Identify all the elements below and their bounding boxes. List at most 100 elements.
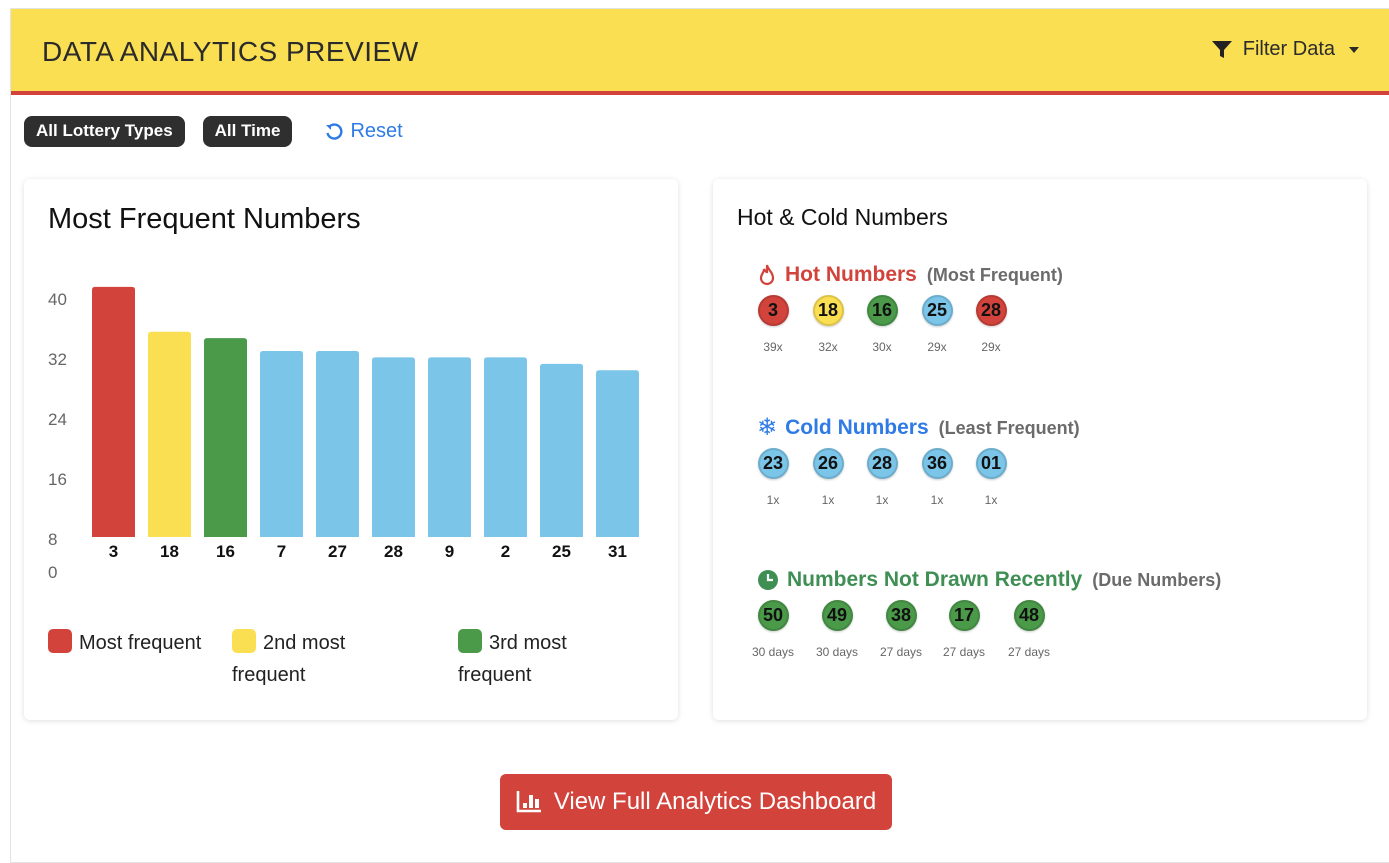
cold-numbers-list: 23 1x 26 1x 28 1x 36 1x 01 1x <box>757 448 1077 518</box>
x-tick-label: 7 <box>277 542 286 561</box>
clock-icon <box>758 570 778 590</box>
hot-cold-title: Hot & Cold Numbers <box>737 204 948 230</box>
cold-number-item: 26 1x <box>802 448 854 507</box>
due-number-stat: 27 days <box>1007 645 1051 659</box>
hot-number-stat: 29x <box>927 340 947 354</box>
x-tick-label: 28 <box>384 542 403 561</box>
y-tick-label: 8 <box>48 530 57 549</box>
hot-number-item: 16 30x <box>856 295 908 354</box>
hot-number-ball: 3 <box>757 295 789 326</box>
x-tick-label: 2 <box>501 542 510 561</box>
x-tick-label: 31 <box>608 542 627 561</box>
filter-data-label: Filter Data <box>1242 38 1335 60</box>
hot-numbers-subtitle: (Most Frequent) <box>926 264 1063 285</box>
hot-number-stat: 30x <box>872 340 892 354</box>
frequency-bar-chart: 40 32 24 16 8 0 3 18 16 7 27 28 9 2 25 31 <box>48 286 639 579</box>
hot-number-item: 3 39x <box>747 295 799 354</box>
bar-16 <box>204 338 247 537</box>
x-tick-label: 25 <box>552 542 571 561</box>
y-tick-label: 40 <box>48 290 67 309</box>
cold-number-item: 23 1x <box>747 448 799 507</box>
bar-18 <box>148 331 191 537</box>
due-number-ball: 17 <box>948 600 980 631</box>
due-numbers-heading: Numbers Not Drawn Recently (Due Numbers) <box>757 568 1221 592</box>
reset-label: Reset <box>350 120 403 142</box>
bar-31 <box>596 370 639 537</box>
x-tick-label: 18 <box>160 542 179 561</box>
view-full-dashboard-button[interactable]: View Full Analytics Dashboard <box>500 774 892 830</box>
fire-icon <box>759 264 775 286</box>
bar-chart-icon <box>516 791 541 813</box>
legend-swatch-most <box>48 629 72 653</box>
bar-27 <box>316 350 359 537</box>
reset-button[interactable]: Reset <box>324 120 403 143</box>
due-numbers-section: Numbers Not Drawn Recently (Due Numbers)… <box>752 568 1221 659</box>
cold-numbers-subtitle: (Least Frequent) <box>938 417 1080 438</box>
due-number-item: 38 27 days <box>875 600 927 659</box>
cold-number-item: 36 1x <box>911 448 963 507</box>
cold-number-ball: 36 <box>921 448 953 479</box>
hot-number-item: 28 29x <box>965 295 1017 354</box>
hot-cold-card: Hot & Cold Numbers Hot Numbers (Most Fre… <box>713 179 1367 720</box>
page-title: DATA ANALYTICS PREVIEW <box>42 36 419 67</box>
cold-number-ball: 01 <box>975 448 1007 479</box>
hot-number-stat: 39x <box>763 340 783 354</box>
hot-numbers-list: 3 39x 18 32x 16 30x 25 29x 28 29x <box>757 295 1077 365</box>
x-tick-label: 16 <box>216 542 235 561</box>
bar-2 <box>484 357 527 537</box>
hot-number-ball: 25 <box>921 295 953 326</box>
hot-number-ball: 28 <box>975 295 1007 326</box>
y-tick-label: 0 <box>48 563 57 579</box>
due-number-stat: 27 days <box>879 645 923 659</box>
legend-label-most: Most frequent <box>79 632 202 654</box>
header-bar: DATA ANALYTICS PREVIEW Filter Data <box>11 9 1389 95</box>
cold-number-item: 28 1x <box>856 448 908 507</box>
due-number-item: 17 27 days <box>938 600 990 659</box>
due-number-stat: 27 days <box>942 645 986 659</box>
bar-25 <box>540 363 583 537</box>
due-number-item: 48 27 days <box>1003 600 1055 659</box>
hot-numbers-section: Hot Numbers (Most Frequent) 3 39x 18 32x 16 3… <box>757 263 1063 354</box>
bar-7 <box>260 350 303 537</box>
filter-chip-time-range[interactable]: All Time <box>202 116 293 147</box>
legend-item-second: 2nd most frequent <box>232 627 402 691</box>
snowflake-icon: ❄ <box>757 414 778 441</box>
cold-number-stat: 1x <box>984 493 998 507</box>
most-frequent-card: Most Frequent Numbers 40 32 24 16 8 0 3 18 16 7 27… <box>24 179 678 720</box>
cold-number-item: 01 1x <box>965 448 1017 507</box>
bar-9 <box>428 357 471 537</box>
x-tick-label: 9 <box>445 542 454 561</box>
cold-number-stat: 1x <box>875 493 889 507</box>
due-number-item: 50 30 days <box>747 600 799 659</box>
cold-numbers-section: ❄ Cold Numbers (Least Frequent) 23 1x 26 1x… <box>757 416 1080 508</box>
due-number-ball: 49 <box>821 600 853 631</box>
most-frequent-title: Most Frequent Numbers <box>48 203 361 235</box>
cold-number-stat: 1x <box>766 493 780 507</box>
x-tick-label: 27 <box>328 542 347 561</box>
hot-number-stat: 29x <box>981 340 1001 354</box>
active-filters: All Lottery Types All Time Reset <box>24 116 403 147</box>
hot-number-ball: 18 <box>812 295 844 326</box>
filter-data-dropdown[interactable]: Filter Data <box>1211 38 1359 61</box>
legend-swatch-second <box>232 629 256 653</box>
hot-numbers-heading: Hot Numbers (Most Frequent) <box>757 263 1063 287</box>
y-tick-label: 16 <box>48 470 67 489</box>
cold-numbers-label: Cold Numbers <box>785 416 929 439</box>
due-numbers-label: Numbers Not Drawn Recently <box>787 568 1083 591</box>
legend-swatch-third <box>458 629 482 653</box>
due-number-stat: 30 days <box>751 645 795 659</box>
y-tick-label: 24 <box>48 410 67 429</box>
bar-3 <box>92 286 135 537</box>
cold-numbers-heading: ❄ Cold Numbers (Least Frequent) <box>757 416 1080 440</box>
due-numbers-list: 50 30 days 49 30 days 38 27 days 17 27 days 48 27… <box>752 600 1077 670</box>
bar-28 <box>372 357 415 537</box>
legend-item-third: 3rd most frequent <box>458 627 628 691</box>
cold-number-ball: 28 <box>866 448 898 479</box>
hot-number-item: 25 29x <box>911 295 963 354</box>
hot-number-ball: 16 <box>866 295 898 326</box>
view-full-dashboard-label: View Full Analytics Dashboard <box>553 788 877 815</box>
cold-number-ball: 23 <box>757 448 789 479</box>
y-tick-label: 32 <box>48 350 67 369</box>
filter-chip-lottery-type[interactable]: All Lottery Types <box>24 116 185 147</box>
cold-number-stat: 1x <box>821 493 835 507</box>
